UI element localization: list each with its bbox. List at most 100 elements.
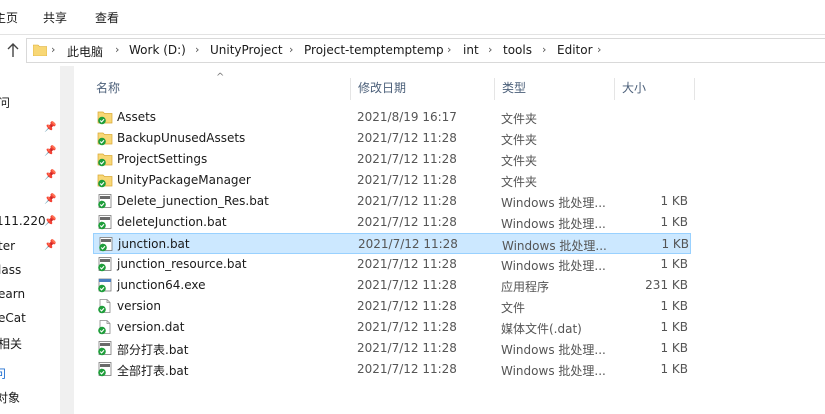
file-name: 全部打表.bat	[117, 364, 189, 378]
chevron-right-icon[interactable]: ›	[488, 43, 492, 56]
file-type: 文件夹	[501, 133, 538, 147]
chevron-right-icon[interactable]: ›	[597, 43, 601, 56]
pin-icon[interactable]: 📌	[44, 194, 56, 206]
pin-icon[interactable]: 📌	[44, 240, 56, 252]
plain-file-icon	[98, 320, 111, 335]
file-date: 2021/7/12 11:28	[357, 173, 457, 187]
breadcrumb-tools[interactable]: tools	[503, 43, 532, 57]
file-size: 1 KB	[661, 237, 689, 251]
file-date: 2021/7/12 11:28	[357, 152, 457, 166]
file-date: 2021/7/12 11:28	[357, 278, 457, 292]
breadcrumb-int[interactable]: int	[463, 43, 479, 57]
chevron-right-icon[interactable]: ›	[195, 43, 199, 56]
chevron-right-icon[interactable]: ›	[447, 43, 451, 56]
breadcrumb-editor[interactable]: Editor	[557, 43, 593, 57]
breadcrumb-project[interactable]: Project-temptemptemp	[304, 43, 444, 57]
column-header-name[interactable]: 名称	[88, 74, 350, 102]
chevron-right-icon[interactable]: ›	[115, 43, 119, 56]
file-size: 1 KB	[660, 362, 688, 376]
file-date: 2021/7/12 11:28	[358, 237, 458, 251]
file-date: 2021/7/12 11:28	[357, 320, 457, 334]
column-header-size[interactable]: 大小	[614, 74, 694, 102]
file-row[interactable]: Assets 2021/8/19 16:17 文件夹	[93, 107, 691, 128]
plain-file-icon	[98, 299, 111, 314]
file-date: 2021/7/12 11:28	[357, 215, 457, 229]
up-arrow-icon[interactable]	[4, 42, 22, 60]
file-type: Windows 批处理...	[501, 259, 606, 273]
chevron-right-icon[interactable]: ›	[289, 43, 293, 56]
file-type: Windows 批处理...	[501, 196, 606, 210]
chevron-right-icon[interactable]: ›	[51, 43, 55, 56]
address-bar[interactable]: › 此电脑 › Work (D:) › UnityProject › Proje…	[26, 38, 825, 63]
nav-item[interactable]: 对象	[0, 389, 20, 406]
nav-item[interactable]: 相关	[0, 335, 22, 352]
breadcrumb-this-pc[interactable]: 此电脑	[67, 43, 103, 60]
file-date: 2021/7/12 11:28	[357, 194, 457, 208]
file-size: 1 KB	[660, 257, 688, 271]
file-name: deleteJunction.bat	[117, 215, 227, 229]
pin-icon[interactable]: 📌	[44, 122, 56, 134]
file-type: 媒体文件(.dat)	[501, 322, 582, 336]
file-type: Windows 批处理...	[501, 343, 606, 357]
file-row[interactable]: UnityPackageManager 2021/7/12 11:28 文件夹	[93, 170, 691, 191]
navigation-pane: 问 📌 📌 📌 📌 111.220 📌 ter 📌 lass earn eCat…	[0, 66, 62, 414]
file-row[interactable]: version.dat 2021/7/12 11:28 媒体文件(.dat) 1 KB	[93, 317, 691, 338]
file-date: 2021/7/12 11:28	[357, 341, 457, 355]
nav-scrollbar[interactable]	[60, 66, 74, 414]
ribbon-tabs: 主页 共享 查看	[0, 0, 825, 34]
nav-item[interactable]: earn	[0, 287, 25, 301]
file-name: junction64.exe	[117, 278, 206, 292]
file-row[interactable]: junction_resource.bat 2021/7/12 11:28 Wind…	[93, 254, 691, 275]
file-row[interactable]: version 2021/7/12 11:28 文件 1 KB	[93, 296, 691, 317]
breadcrumb-unityproject[interactable]: UnityProject	[210, 43, 283, 57]
file-row[interactable]: junction.bat 2021/7/12 11:28 Windows 批处理..…	[93, 233, 691, 254]
file-date: 2021/8/19 16:17	[357, 110, 457, 124]
column-headers: ^ 名称 修改日期 类型 大小	[88, 72, 698, 102]
file-type: 文件	[501, 301, 526, 315]
bat-file-icon	[99, 237, 113, 252]
file-name: Delete_junection_Res.bat	[117, 194, 269, 208]
file-date: 2021/7/12 11:28	[357, 362, 457, 376]
nav-item[interactable]: eCat	[0, 311, 26, 325]
file-name: junction_resource.bat	[117, 257, 247, 271]
pin-icon[interactable]: 📌	[44, 170, 56, 182]
chevron-right-icon[interactable]: ›	[542, 43, 546, 56]
file-size: 231 KB	[645, 278, 688, 292]
file-date: 2021/7/12 11:28	[357, 257, 457, 271]
file-type: 文件夹	[501, 154, 538, 168]
file-date: 2021/7/12 11:28	[357, 299, 457, 313]
pin-icon[interactable]: 📌	[44, 216, 56, 228]
file-row[interactable]: Delete_junection_Res.bat 2021/7/12 11:28 W…	[93, 191, 691, 212]
tab-share[interactable]: 共享	[43, 9, 67, 26]
file-name: 部分打表.bat	[117, 343, 189, 357]
tab-view[interactable]: 查看	[95, 9, 119, 26]
file-row[interactable]: ProjectSettings 2021/7/12 11:28 文件夹	[93, 149, 691, 170]
breadcrumb-drive[interactable]: Work (D:)	[129, 43, 186, 57]
bat-file-icon	[98, 194, 112, 209]
folder-icon	[33, 44, 47, 56]
file-type: Windows 批处理...	[501, 364, 606, 378]
column-header-type[interactable]: 类型	[494, 74, 614, 102]
tab-home[interactable]: 主页	[0, 9, 18, 26]
column-header-date[interactable]: 修改日期	[350, 74, 494, 102]
file-row[interactable]: junction64.exe 2021/7/12 11:28 应用程序 231 KB	[93, 275, 691, 296]
file-row[interactable]: 部分打表.bat 2021/7/12 11:28 Windows 批处理... 1 K…	[93, 338, 691, 359]
column-divider[interactable]	[694, 78, 695, 100]
file-row[interactable]: deleteJunction.bat 2021/7/12 11:28 Windows…	[93, 212, 691, 233]
file-name: ProjectSettings	[117, 152, 208, 166]
file-row[interactable]: 全部打表.bat 2021/7/12 11:28 Windows 批处理... 1 K…	[93, 359, 691, 380]
nav-item[interactable]: lass	[0, 263, 21, 277]
nav-item[interactable]: ter	[0, 239, 15, 253]
file-row[interactable]: BackupUnusedAssets 2021/7/12 11:28 文件夹	[93, 128, 691, 149]
file-name: BackupUnusedAssets	[117, 131, 246, 145]
nav-item[interactable]: 111.220	[0, 214, 46, 228]
nav-scrollbar-thumb[interactable]	[62, 86, 72, 414]
file-size: 1 KB	[660, 215, 688, 229]
nav-item[interactable]: 问	[0, 365, 6, 382]
file-size: 1 KB	[660, 194, 688, 208]
nav-item[interactable]: 问	[0, 94, 10, 111]
pin-icon[interactable]: 📌	[44, 146, 56, 158]
file-size: 1 KB	[660, 299, 688, 313]
file-name: version.dat	[117, 320, 185, 334]
file-size: 1 KB	[660, 341, 688, 355]
